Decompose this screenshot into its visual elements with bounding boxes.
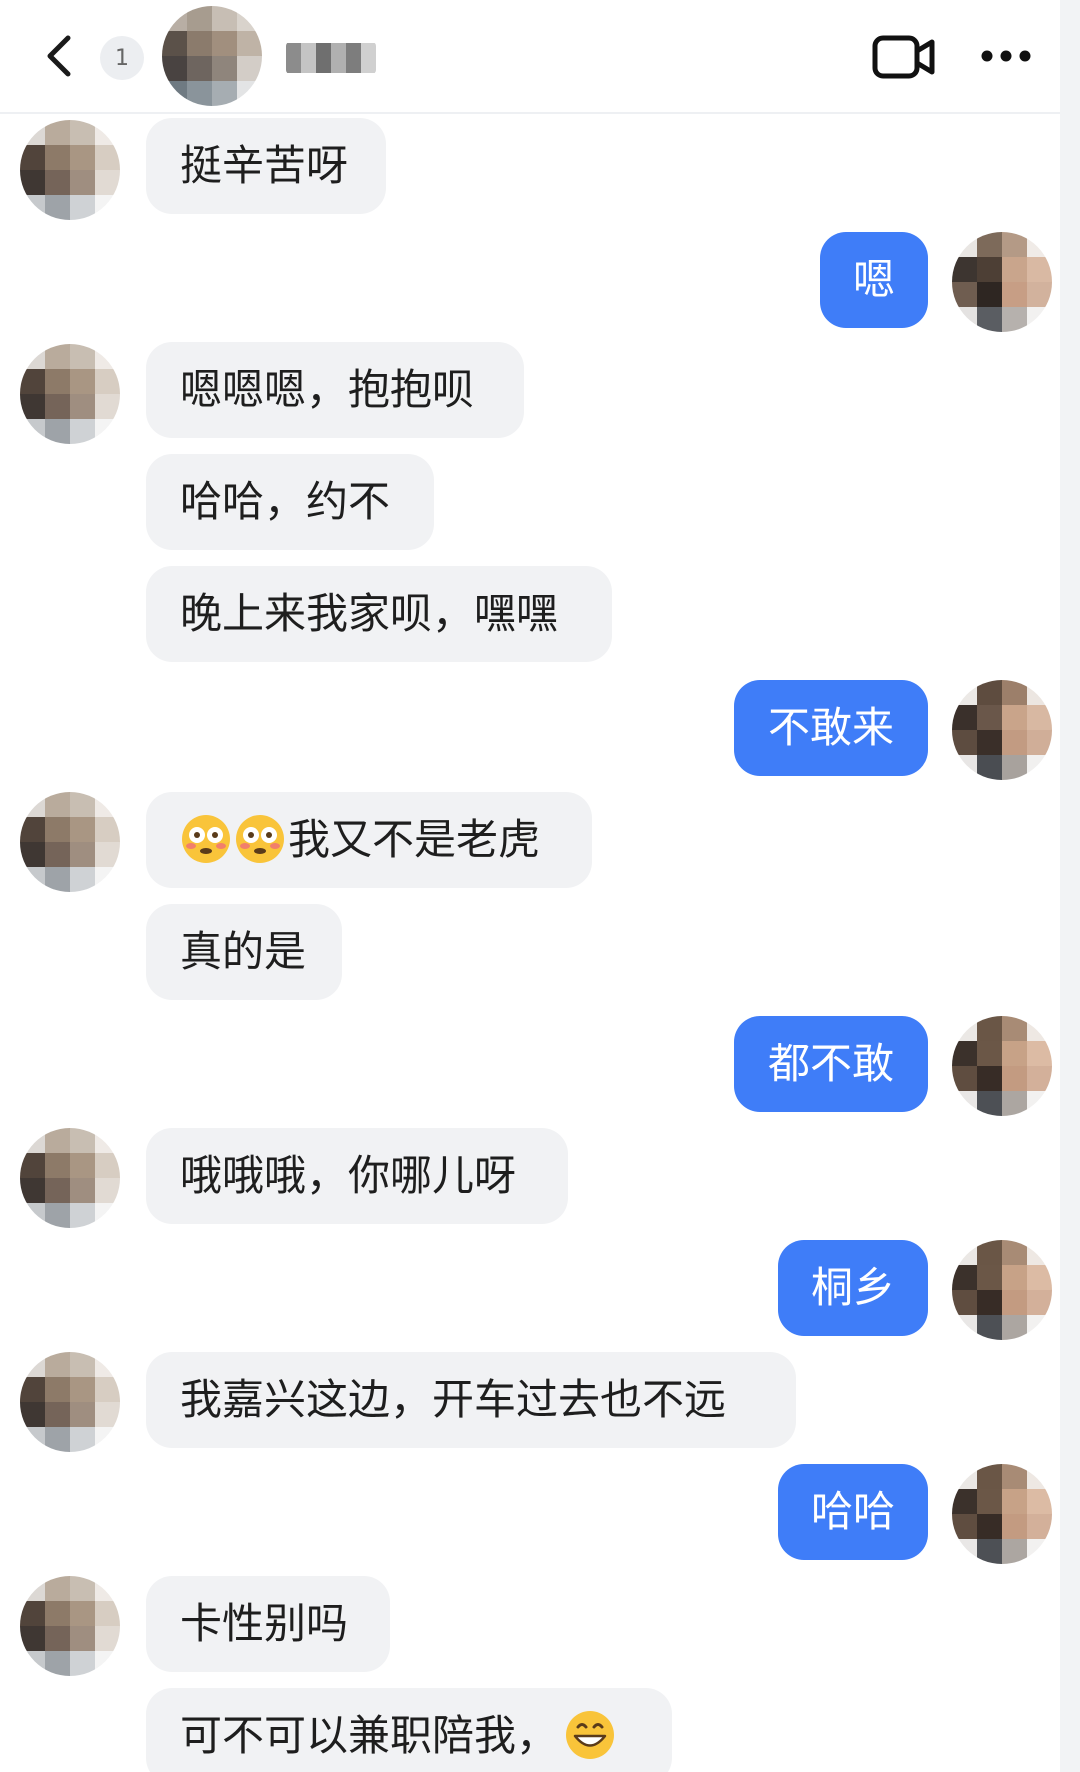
incoming-message[interactable]: 真的是 [146, 904, 342, 1000]
message-text: 卡性别吗 [180, 1599, 349, 1648]
flushed-face-emoji [236, 814, 284, 863]
contact-avatar-small[interactable] [20, 344, 120, 444]
more-horizontal-icon [981, 50, 1031, 62]
outgoing-message[interactable]: 桐乡 [778, 1240, 928, 1336]
my-avatar[interactable] [952, 1240, 1052, 1340]
incoming-message[interactable]: 我又不是老虎 [146, 792, 592, 888]
my-avatar[interactable] [952, 232, 1052, 332]
message-text: 不敢来 [767, 703, 894, 752]
message-text: 我又不是老虎 [288, 815, 541, 864]
incoming-message[interactable]: 卡性别吗 [146, 1576, 390, 1672]
video-call-button[interactable] [872, 34, 936, 80]
outgoing-message[interactable]: 不敢来 [734, 680, 928, 776]
unread-badge: 1 [100, 36, 144, 80]
contact-avatar[interactable] [162, 6, 262, 106]
incoming-message[interactable]: 我嘉兴这边，开车过去也不远 [146, 1352, 796, 1448]
message-text: 哈哈，约不 [180, 477, 391, 526]
message-text: 可不可以兼职陪我， [180, 1711, 559, 1760]
message-text: 都不敢 [767, 1039, 894, 1088]
chat-screen: 1 挺辛苦呀 嗯 嗯嗯嗯，抱抱呗 哈哈，约不 晚上来我家呗，嘿嘿 不敢来 我又不… [0, 0, 1080, 1772]
message-text: 晚上来我家呗，嘿嘿 [180, 589, 559, 638]
message-text: 挺辛苦呀 [180, 141, 349, 190]
grinning-face-emoji [566, 1710, 615, 1759]
contact-avatar-small[interactable] [20, 1352, 120, 1452]
message-text: 嗯 [852, 255, 895, 304]
contact-avatar-small[interactable] [20, 1576, 120, 1676]
contact-avatar-small[interactable] [20, 792, 120, 892]
incoming-message[interactable]: 哈哈，约不 [146, 454, 434, 550]
scroll-edge [1060, 0, 1080, 1772]
incoming-message[interactable]: 哦哦哦，你哪儿呀 [146, 1128, 568, 1224]
chat-header: 1 [0, 0, 1060, 114]
my-avatar[interactable] [952, 1016, 1052, 1116]
more-button[interactable] [980, 46, 1032, 66]
incoming-message[interactable]: 挺辛苦呀 [146, 118, 386, 214]
message-text: 哦哦哦，你哪儿呀 [180, 1151, 517, 1200]
contact-avatar-small[interactable] [20, 1128, 120, 1228]
contact-avatar-small[interactable] [20, 120, 120, 220]
outgoing-message[interactable]: 哈哈 [778, 1464, 928, 1560]
incoming-message[interactable]: 可不可以兼职陪我， [146, 1688, 672, 1772]
incoming-message[interactable]: 晚上来我家呗，嘿嘿 [146, 566, 612, 662]
message-text: 哈哈 [810, 1487, 895, 1536]
message-text: 嗯嗯嗯，抱抱呗 [180, 365, 475, 414]
outgoing-message[interactable]: 嗯 [820, 232, 928, 328]
message-text: 真的是 [180, 927, 307, 976]
outgoing-message[interactable]: 都不敢 [734, 1016, 928, 1112]
flushed-face-emoji [182, 814, 230, 863]
incoming-message[interactable]: 嗯嗯嗯，抱抱呗 [146, 342, 524, 438]
my-avatar[interactable] [952, 680, 1052, 780]
chevron-left-icon [47, 35, 71, 77]
unread-count: 1 [115, 45, 129, 71]
blurred-avatar-image [162, 6, 262, 106]
video-camera-icon [872, 35, 935, 79]
message-text: 桐乡 [810, 1263, 895, 1312]
contact-name-redacted [286, 42, 376, 74]
message-text: 我嘉兴这边，开车过去也不远 [180, 1375, 727, 1424]
back-button[interactable] [40, 26, 84, 86]
my-avatar[interactable] [952, 1464, 1052, 1564]
